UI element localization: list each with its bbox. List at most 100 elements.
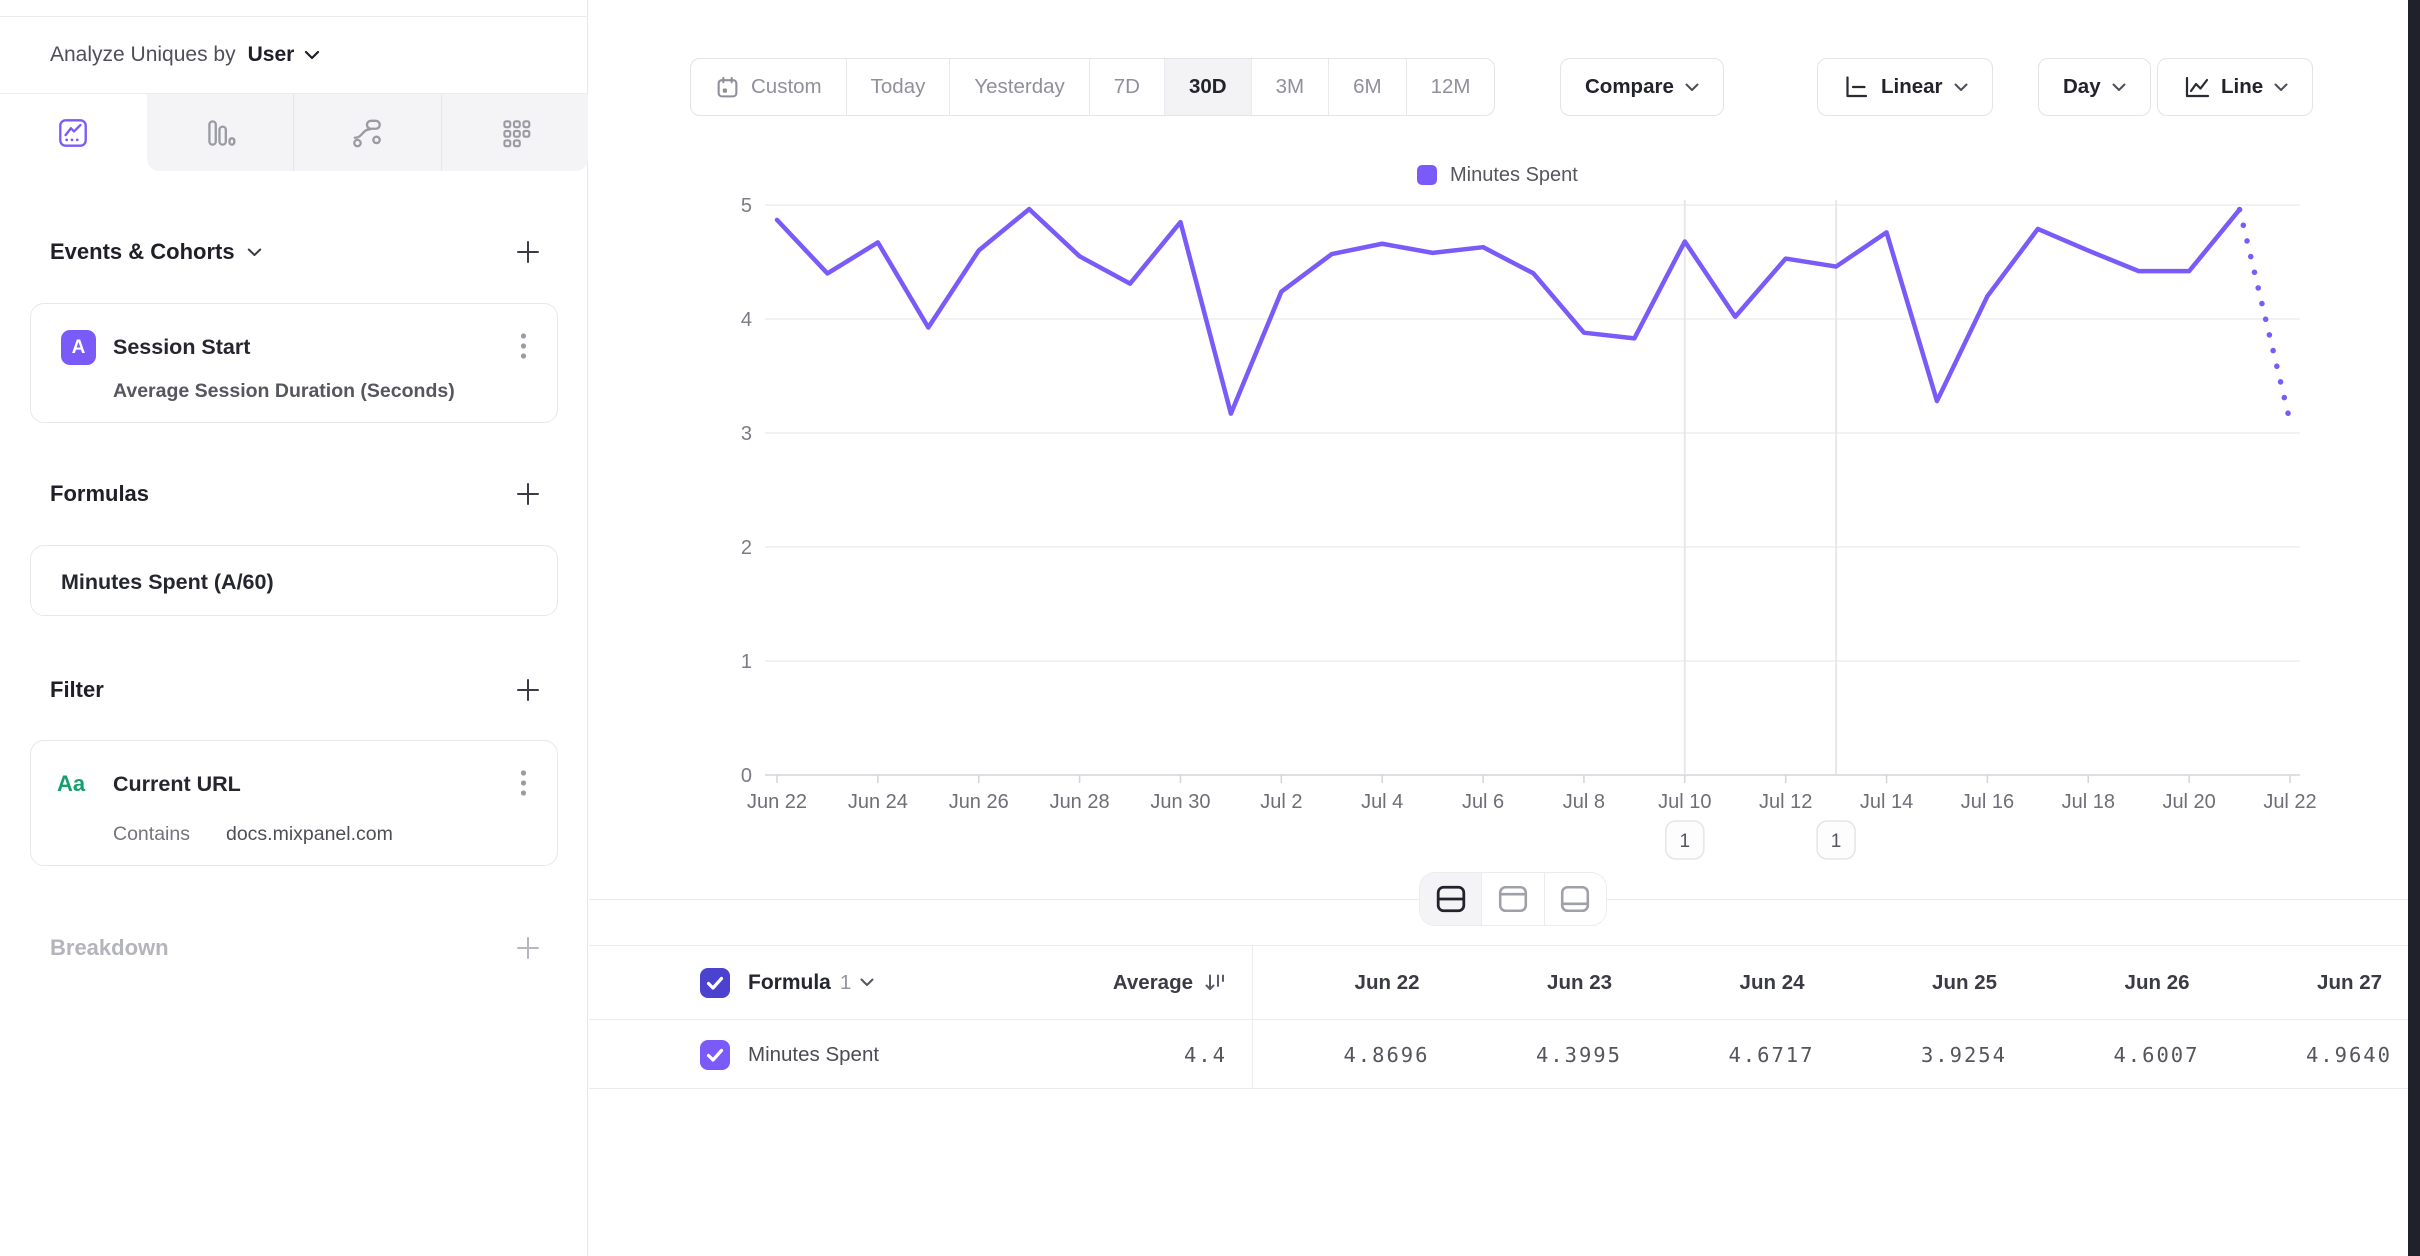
date-range-custom[interactable]: Custom <box>691 59 847 115</box>
scale-selector-button[interactable]: Linear <box>1817 58 1993 116</box>
string-property-icon: Aa <box>57 771 85 797</box>
add-breakdown-button[interactable] <box>515 935 541 961</box>
filter-operator[interactable]: Contains <box>113 823 190 846</box>
date-column-header[interactable]: Jun 24 <box>1638 946 1831 1019</box>
legend-series-label[interactable]: Minutes Spent <box>1450 164 1578 187</box>
calendar-icon <box>715 75 740 100</box>
x-axis-tick-label: Jul 8 <box>1563 791 1605 813</box>
flows-icon <box>349 115 385 151</box>
series-line[interactable] <box>777 209 2240 414</box>
table-only-view-toggle[interactable] <box>1545 873 1606 925</box>
date-range-7d[interactable]: 7D <box>1090 59 1165 115</box>
add-filter-button[interactable] <box>515 677 541 703</box>
granularity-label: Day <box>2063 75 2101 99</box>
date-value-cell: 4.6717 <box>1638 1021 1831 1088</box>
series-checkbox[interactable] <box>700 1040 730 1070</box>
chart-only-view-toggle[interactable] <box>1482 873 1544 925</box>
add-event-button[interactable] <box>515 239 541 265</box>
chart-type-button[interactable]: Line <box>2157 58 2313 116</box>
annotation-badge[interactable]: 1 <box>1817 821 1855 859</box>
x-axis-tick-label: Jul 20 <box>2162 791 2215 813</box>
retention-grid-icon <box>497 115 533 151</box>
event-card-session-start[interactable]: A Session Start Average Session Duration… <box>30 303 558 423</box>
date-range-segmented-control: Custom Today Yesterday 7D 30D3M6M 12M <box>690 58 1495 116</box>
kebab-menu-icon[interactable] <box>520 332 527 360</box>
series-group-index: 1 <box>840 971 851 995</box>
average-value: 4.4 <box>1184 1043 1227 1067</box>
formula-card[interactable]: Minutes Spent (A/60) <box>30 545 558 616</box>
tab-flows[interactable] <box>293 94 441 171</box>
y-axis-tick-label: 3 <box>741 423 752 445</box>
split-view-toggle[interactable] <box>1420 873 1482 925</box>
date-range-label: Yesterday <box>974 75 1064 99</box>
date-column-header[interactable]: Jun 27 <box>2216 946 2409 1019</box>
compare-button[interactable]: Compare <box>1560 58 1724 116</box>
series-name-cell[interactable]: Minutes Spent <box>748 1021 879 1088</box>
date-value-cell: 4.9640 <box>2216 1021 2409 1088</box>
x-axis-tick-label: Jul 14 <box>1860 791 1913 813</box>
layout-toggle-group <box>1419 872 1607 926</box>
breakdown-header: Breakdown <box>50 926 541 970</box>
date-range-yesterday[interactable]: Yesterday <box>950 59 1089 115</box>
date-range-label: 7D <box>1114 75 1140 99</box>
events-cohorts-title[interactable]: Events & Cohorts <box>50 239 235 265</box>
date-column-header[interactable]: Jun 23 <box>1446 946 1639 1019</box>
select-all-checkbox[interactable] <box>700 968 730 998</box>
chevron-down-icon <box>1685 83 1699 92</box>
date-range-30d[interactable]: 30D <box>1165 59 1252 115</box>
x-axis-tick-label: Jun 30 <box>1150 791 1210 813</box>
event-name[interactable]: Session Start <box>113 335 250 360</box>
date-range-label: Custom <box>751 75 822 99</box>
date-value-cell: 3.9254 <box>1831 1021 2024 1088</box>
events-cohorts-header: Events & Cohorts <box>50 230 541 274</box>
date-range-today[interactable]: Today <box>847 59 951 115</box>
insights-line-chart-icon <box>55 115 91 151</box>
tab-funnels[interactable] <box>147 94 294 171</box>
series-line-incomplete[interactable] <box>2240 210 2290 422</box>
filter-card-current-url[interactable]: Aa Current URL Contains docs.mixpanel.co… <box>30 740 558 866</box>
annotation-badge[interactable]: 1 <box>1666 821 1704 859</box>
check-icon <box>700 1040 730 1070</box>
x-axis-tick-label: Jul 2 <box>1260 791 1302 813</box>
date-column-header[interactable]: Jun 26 <box>2023 946 2216 1019</box>
line-chart-type-icon <box>2182 73 2210 101</box>
filter-value[interactable]: docs.mixpanel.com <box>226 823 393 846</box>
date-range-12m[interactable]: 12M <box>1407 59 1495 115</box>
filter-property-name[interactable]: Current URL <box>113 772 241 797</box>
analyze-uniques-value-dropdown[interactable]: User <box>248 43 295 67</box>
tab-insights[interactable] <box>0 94 147 171</box>
date-column-header[interactable]: Jun 22 <box>1253 946 1446 1019</box>
event-letter-badge: A <box>61 330 96 365</box>
date-column-header[interactable]: Jun 25 <box>1831 946 2024 1019</box>
average-column-header[interactable]: Average <box>969 946 1227 1019</box>
series-name: Minutes Spent <box>748 1043 879 1067</box>
chevron-down-icon <box>1954 83 1968 92</box>
x-axis-tick-label: Jul 16 <box>1961 791 2014 813</box>
chevron-down-icon <box>247 248 262 257</box>
x-axis-tick-label: Jul 4 <box>1361 791 1403 813</box>
filter-header: Filter <box>50 668 541 712</box>
date-range-3m[interactable]: 3M <box>1252 59 1329 115</box>
bar-chart-icon <box>202 115 238 151</box>
chevron-down-icon <box>860 978 874 987</box>
granularity-button[interactable]: Day <box>2038 58 2151 116</box>
average-header-label: Average <box>1113 971 1193 995</box>
filter-condition: Contains docs.mixpanel.com <box>113 823 393 846</box>
svg-text:1: 1 <box>1831 831 1842 852</box>
table-column-divider <box>1252 945 1253 1089</box>
y-axis-tick-label: 5 <box>741 195 752 217</box>
analyze-uniques-bar: Analyze Uniques by User <box>50 17 557 93</box>
add-formula-button[interactable] <box>515 481 541 507</box>
x-axis-tick-label: Jun 24 <box>848 791 908 813</box>
scale-label: Linear <box>1881 75 1943 99</box>
tab-retention[interactable] <box>441 94 589 171</box>
series-group-dropdown[interactable]: Formula 1 <box>748 946 874 1019</box>
linear-axis-icon <box>1842 73 1870 101</box>
split-view-icon <box>1435 884 1467 914</box>
date-range-6m[interactable]: 6M <box>1329 59 1406 115</box>
breakdown-title: Breakdown <box>50 935 169 961</box>
date-range-label: 12M <box>1431 75 1471 99</box>
formula-expression[interactable]: Minutes Spent (A/60) <box>61 570 274 595</box>
kebab-menu-icon[interactable] <box>520 769 527 797</box>
event-aggregation[interactable]: Average Session Duration (Seconds) <box>113 380 455 403</box>
